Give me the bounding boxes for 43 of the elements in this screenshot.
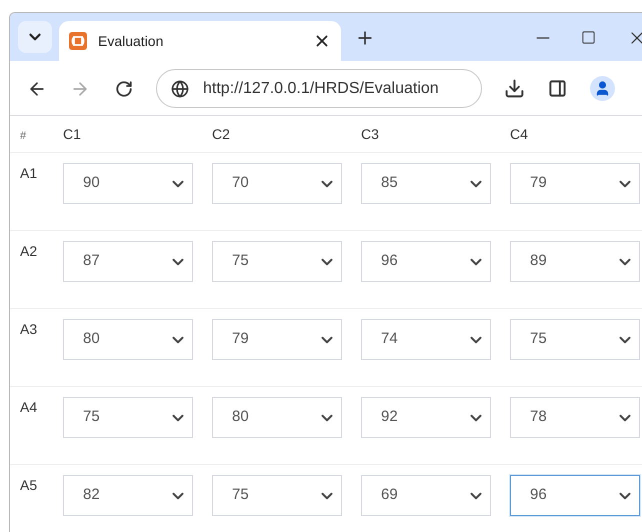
row-label: A3: [20, 321, 38, 337]
score-select[interactable]: 75: [510, 319, 640, 360]
score-select[interactable]: 70: [212, 163, 342, 204]
column-header: #: [20, 130, 26, 142]
app-logo-icon: [69, 32, 87, 50]
score-select[interactable]: 80: [212, 397, 342, 438]
tab-title: Evaluation: [98, 32, 164, 50]
tab-search-button[interactable]: [18, 21, 52, 53]
download-icon[interactable]: [504, 78, 525, 99]
row-label: A5: [20, 477, 38, 493]
score-select[interactable]: 82: [63, 475, 193, 516]
column-header: C3: [361, 126, 379, 142]
address-bar[interactable]: http://127.0.0.1/HRDS/Evaluation: [156, 69, 482, 108]
score-select[interactable]: 79: [510, 163, 640, 204]
score-select[interactable]: 69: [361, 475, 491, 516]
score-select[interactable]: 75: [212, 241, 342, 282]
maximize-icon[interactable]: [581, 30, 596, 45]
score-select[interactable]: 85: [361, 163, 491, 204]
score-select[interactable]: 79: [212, 319, 342, 360]
score-select[interactable]: 74: [361, 319, 491, 360]
globe-icon: [171, 80, 189, 98]
person-icon: [594, 80, 611, 97]
row-label: A1: [20, 165, 38, 181]
row-label: A2: [20, 243, 38, 259]
column-header: C4: [510, 126, 528, 142]
score-select[interactable]: 78: [510, 397, 640, 438]
reload-icon[interactable]: [115, 80, 133, 98]
column-header: C1: [63, 126, 81, 142]
score-select[interactable]: 96: [510, 475, 640, 516]
score-select[interactable]: 75: [212, 475, 342, 516]
row-label: A4: [20, 399, 38, 415]
score-select[interactable]: 87: [63, 241, 193, 282]
score-select[interactable]: 92: [361, 397, 491, 438]
side-panel-icon[interactable]: [548, 79, 567, 98]
score-select[interactable]: 75: [63, 397, 193, 438]
score-select[interactable]: 80: [63, 319, 193, 360]
score-select[interactable]: 90: [63, 163, 193, 204]
column-header: C2: [212, 126, 230, 142]
browser-tab[interactable]: Evaluation: [59, 21, 341, 61]
profile-avatar[interactable]: [590, 76, 615, 101]
score-select[interactable]: 96: [361, 241, 491, 282]
url-text: http://127.0.0.1/HRDS/Evaluation: [203, 78, 439, 98]
score-select[interactable]: 89: [510, 241, 640, 282]
